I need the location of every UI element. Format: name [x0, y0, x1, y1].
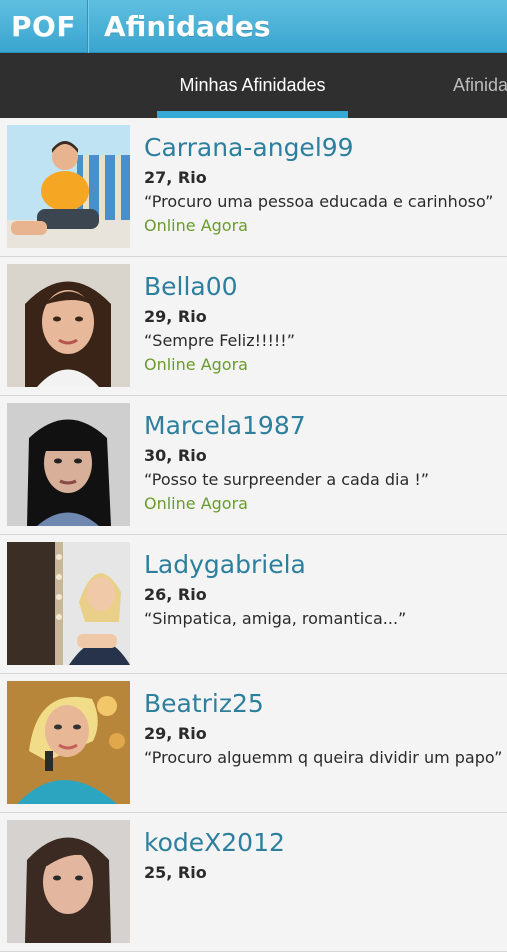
profile-headline: “Sempre Feliz!!!!!”	[144, 331, 296, 350]
profile-photo[interactable]	[7, 681, 130, 804]
profile-info: Ladygabriela 26, Rio “Simpatica, amiga, …	[144, 549, 501, 629]
active-tab-indicator	[157, 111, 348, 118]
list-item[interactable]: Beatriz25 29, Rio “Procuro alguemm q que…	[0, 674, 507, 813]
tab-label: Afinida	[453, 75, 507, 95]
profile-age-location: 30, Rio	[144, 446, 207, 465]
profile-photo[interactable]	[7, 820, 130, 943]
profile-username[interactable]: Carrana-angel99	[144, 132, 501, 164]
profile-age-location: 26, Rio	[144, 585, 207, 604]
list-item[interactable]: Carrana-angel99 27, Rio “Procuro uma pes…	[0, 118, 507, 257]
profile-headline: “Posso te surpreender a cada dia !”	[144, 470, 430, 489]
profile-info: Bella00 29, Rio “Sempre Feliz!!!!!” Onli…	[144, 271, 501, 375]
online-status: Online Agora	[144, 216, 248, 235]
profile-info: Marcela1987 30, Rio “Posso te surpreende…	[144, 410, 501, 514]
profile-age-location: 27, Rio	[144, 168, 207, 187]
app-header: POF Afinidades	[0, 0, 507, 53]
profile-age-location: 29, Rio	[144, 724, 207, 743]
tab-bar: Minhas Afinidades Afinida	[0, 53, 507, 118]
profile-username[interactable]: Bella00	[144, 271, 501, 303]
profile-photo[interactable]	[7, 542, 130, 665]
profile-username[interactable]: kodeX2012	[144, 827, 501, 859]
tab-afinidades-next[interactable]: Afinida	[453, 53, 507, 118]
profile-photo[interactable]	[7, 125, 130, 248]
profile-list: Carrana-angel99 27, Rio “Procuro uma pes…	[0, 118, 507, 952]
tab-label: Minhas Afinidades	[179, 75, 326, 95]
profile-age-location: 25, Rio	[144, 863, 207, 882]
profile-info: Beatriz25 29, Rio “Procuro alguemm q que…	[144, 688, 503, 768]
list-item[interactable]: Marcela1987 30, Rio “Posso te surpreende…	[0, 396, 507, 535]
profile-headline: “Procuro uma pessoa educada e carinhoso”	[144, 192, 494, 211]
list-item[interactable]: Ladygabriela 26, Rio “Simpatica, amiga, …	[0, 535, 507, 674]
profile-username[interactable]: Ladygabriela	[144, 549, 501, 581]
profile-info: Carrana-angel99 27, Rio “Procuro uma pes…	[144, 132, 501, 236]
app-logo[interactable]: POF	[0, 0, 88, 53]
profile-info: kodeX2012 25, Rio	[144, 827, 501, 883]
profile-age-location: 29, Rio	[144, 307, 207, 326]
profile-headline: “Simpatica, amiga, romantica...”	[144, 609, 407, 628]
list-item[interactable]: Bella00 29, Rio “Sempre Feliz!!!!!” Onli…	[0, 257, 507, 396]
list-item[interactable]: kodeX2012 25, Rio	[0, 813, 507, 952]
page-title: Afinidades	[104, 9, 271, 43]
profile-photo[interactable]	[7, 264, 130, 387]
online-status: Online Agora	[144, 355, 248, 374]
profile-headline: “Procuro alguemm q queira dividir um pap…	[144, 748, 503, 767]
tab-minhas-afinidades[interactable]: Minhas Afinidades	[157, 53, 348, 118]
online-status: Online Agora	[144, 494, 248, 513]
profile-username[interactable]: Beatriz25	[144, 688, 501, 720]
profile-photo[interactable]	[7, 403, 130, 526]
profile-username[interactable]: Marcela1987	[144, 410, 501, 442]
